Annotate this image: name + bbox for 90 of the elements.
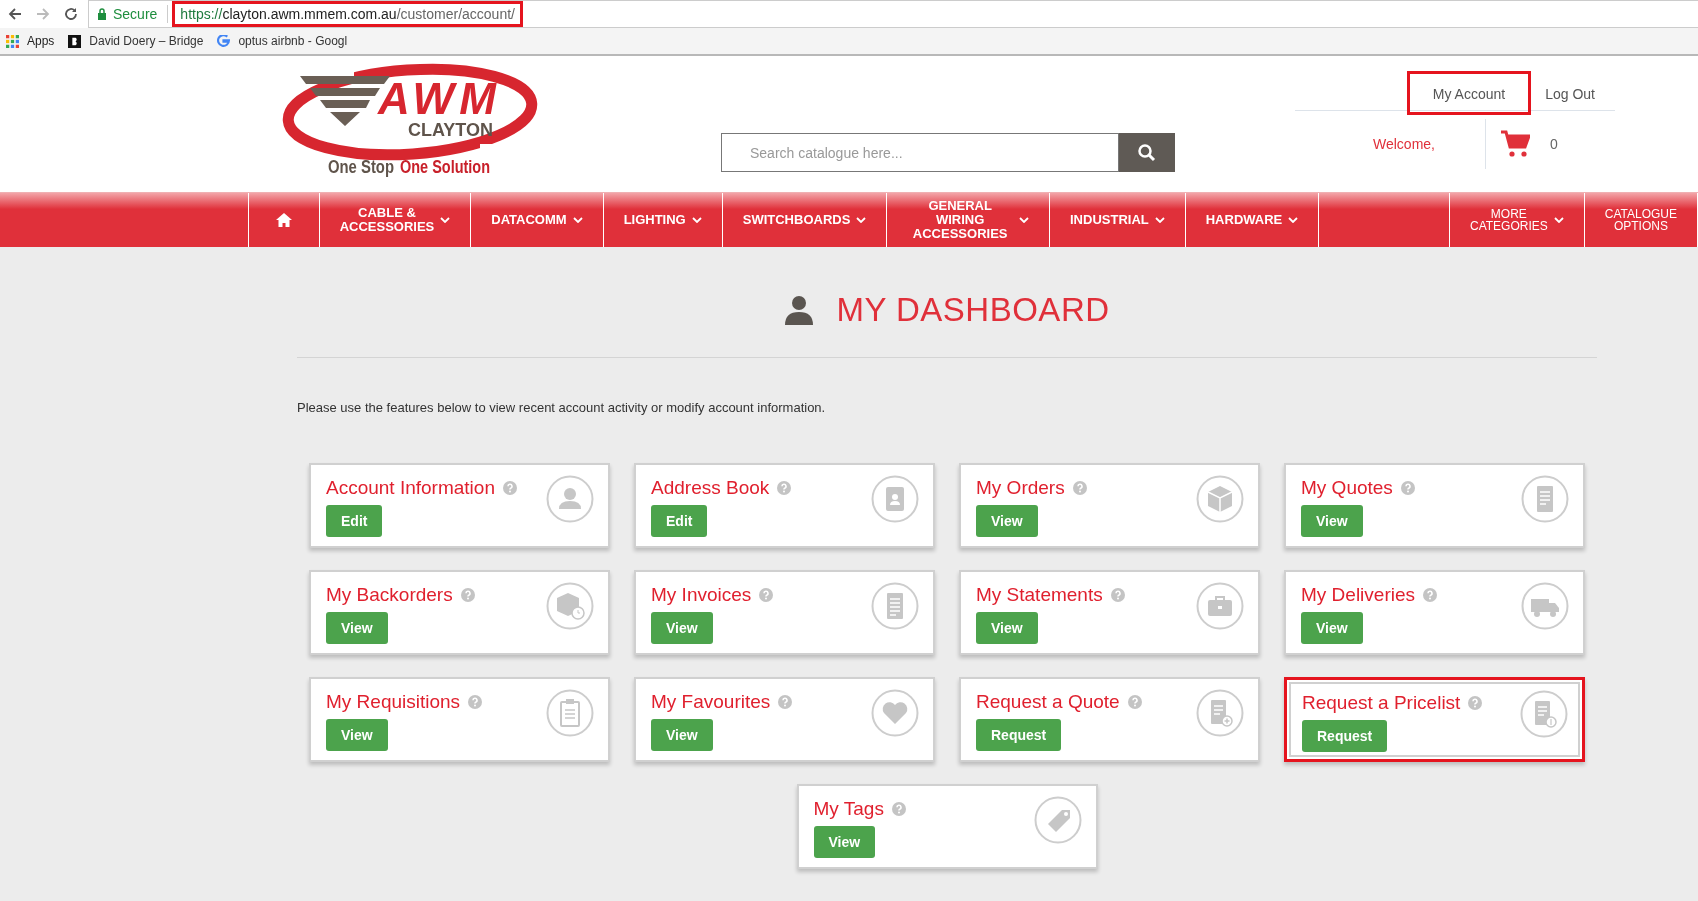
help-icon[interactable]: [778, 695, 793, 709]
caret-icon: [440, 217, 451, 223]
help-icon[interactable]: [777, 481, 792, 495]
page-title: MY DASHBOARD: [836, 291, 1110, 329]
card-action-button[interactable]: Edit: [326, 505, 383, 537]
secure-label: Secure: [113, 6, 158, 22]
address-book-icon: [871, 475, 919, 523]
card-action-button[interactable]: View: [326, 612, 388, 644]
card-title: My Tags: [813, 798, 884, 820]
card-action-button[interactable]: Request: [1302, 720, 1388, 752]
card-title: My Invoices: [651, 584, 752, 606]
bookmark-link[interactable]: David Doery – Bridge: [89, 34, 204, 48]
address-bar[interactable]: Secure https://clayton.awm.mmem.com.au/customer/account/: [88, 0, 1698, 28]
card-action-button[interactable]: View: [1301, 612, 1363, 644]
bookmark-link[interactable]: optus airbnb - Googl: [238, 34, 348, 48]
home-icon: [274, 212, 293, 228]
nav-menu-item[interactable]: HARDWARE: [1184, 193, 1319, 247]
help-icon[interactable]: [1072, 481, 1087, 495]
card-action-button[interactable]: View: [326, 719, 388, 751]
help-icon[interactable]: [1400, 481, 1415, 495]
search-field[interactable]: Search catalogue here...: [721, 133, 1119, 172]
nav-menu-item[interactable]: CATALOGUE OPTIONS: [1583, 193, 1697, 247]
caret-icon: [1154, 217, 1165, 223]
nav-menu-item[interactable]: CABLE & ACCESSORIES: [318, 193, 471, 247]
card-action-button[interactable]: View: [813, 826, 876, 858]
help-icon[interactable]: [759, 588, 774, 602]
document-icon: [1521, 475, 1569, 523]
caret-icon: [1553, 217, 1564, 223]
url-text[interactable]: https://clayton.awm.mmem.com.au/customer/account/: [178, 6, 517, 22]
card-action-button[interactable]: Edit: [651, 505, 708, 537]
intro-text: Please use the features below to view recent account activity or modify account information.: [297, 400, 827, 415]
document-plus-icon: [1196, 689, 1244, 737]
box-clock-icon: [546, 582, 594, 630]
help-icon[interactable]: [1468, 696, 1483, 710]
card-title: My Statements: [976, 584, 1103, 606]
account-link[interactable]: Log Out: [1525, 76, 1615, 110]
card-action-button[interactable]: View: [976, 505, 1038, 537]
caret-icon: [572, 217, 583, 223]
card-action-button[interactable]: View: [651, 612, 713, 644]
card-title: Account Information: [326, 477, 495, 499]
card-title: Request a Quote: [976, 691, 1120, 713]
cart-count: 0: [1550, 136, 1558, 152]
caret-icon: [1019, 217, 1029, 223]
card-action-button[interactable]: Request: [976, 719, 1062, 751]
nav-menu-item[interactable]: DATACOMM: [470, 193, 603, 247]
caret-icon: [856, 217, 867, 223]
nav-menu-item[interactable]: GENERAL WIRING ACCESSORIES: [886, 193, 1049, 247]
help-icon[interactable]: [468, 695, 483, 709]
help-icon[interactable]: [460, 588, 475, 602]
caret-icon: [691, 217, 702, 223]
help-icon[interactable]: [1110, 588, 1125, 602]
truck-icon: [1521, 582, 1569, 630]
card-action-button[interactable]: View: [1301, 505, 1363, 537]
search-engine-icon[interactable]: [217, 34, 231, 48]
card-title: My Requisitions: [326, 691, 461, 713]
nav-menu-item[interactable]: SWITCHBOARDS: [721, 193, 887, 247]
box-icon: [1196, 475, 1244, 523]
card-title: Request a Pricelist: [1302, 692, 1461, 714]
briefcase-icon: [1196, 582, 1244, 630]
card-title: My Deliveries: [1301, 584, 1416, 606]
person-icon: [546, 475, 594, 523]
card-action-button[interactable]: View: [651, 719, 713, 751]
card-title: Address Book: [651, 477, 770, 499]
document-icon: [871, 582, 919, 630]
nav-menu-item[interactable]: LIGHTING: [602, 193, 722, 247]
clipboard-icon: [546, 689, 594, 737]
bookmark-icon[interactable]: [68, 34, 82, 48]
help-icon[interactable]: [1127, 695, 1142, 709]
card-title: My Orders: [976, 477, 1065, 499]
card-action-button[interactable]: View: [976, 612, 1038, 644]
account-link[interactable]: My Account: [1412, 76, 1526, 110]
user-icon: [784, 295, 815, 325]
caret-icon: [1288, 217, 1299, 223]
search-icon: [1137, 142, 1157, 163]
help-icon[interactable]: [503, 481, 517, 495]
tag-icon: [1033, 796, 1082, 844]
lock-icon: [97, 8, 107, 20]
bookmark-link[interactable]: Apps: [27, 34, 55, 48]
apps-grid-icon[interactable]: [6, 34, 19, 48]
help-icon[interactable]: [1423, 588, 1438, 602]
card-title: My Quotes: [1301, 477, 1393, 499]
search-button[interactable]: [1119, 133, 1175, 172]
welcome-text: Welcome,: [1372, 136, 1436, 152]
card-title: My Favourites: [651, 691, 771, 713]
cart-icon[interactable]: [1500, 130, 1530, 158]
nav-menu-item[interactable]: MORE CATEGORIES: [1448, 193, 1584, 247]
document-dollar-icon: [1520, 690, 1568, 738]
card-title: My Backorders: [326, 584, 453, 606]
help-icon[interactable]: [891, 802, 906, 816]
nav-menu-item[interactable]: INDUSTRIAL: [1049, 193, 1185, 247]
